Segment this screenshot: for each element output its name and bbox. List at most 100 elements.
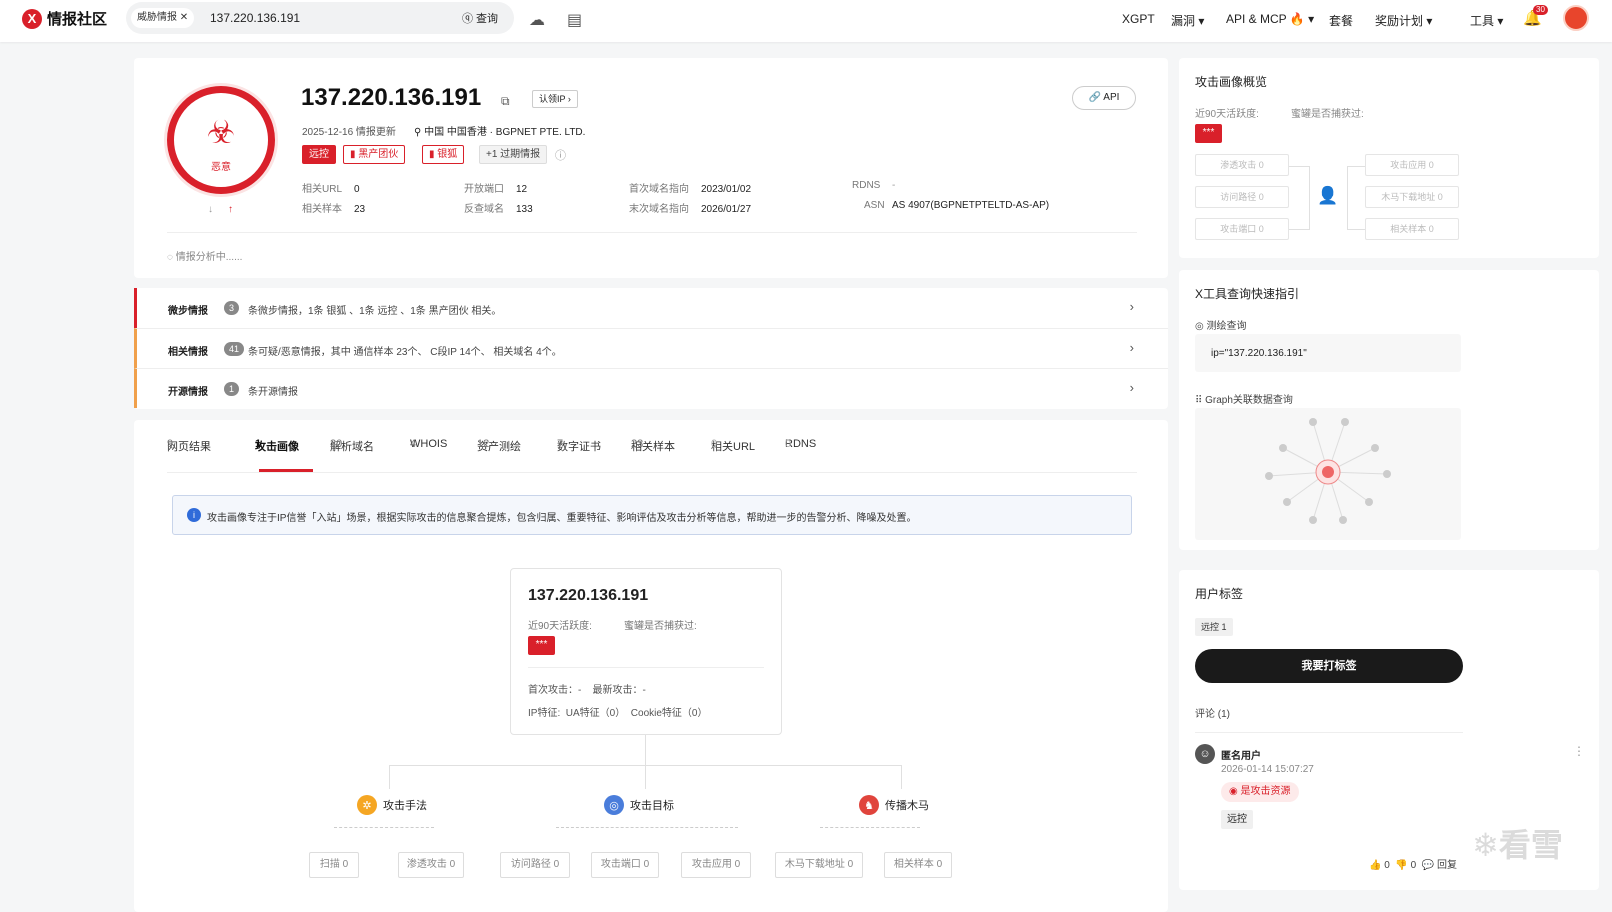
leaf-penetration[interactable]: 渗透攻击 0: [398, 852, 464, 878]
kv-asn: ASN AS 4907(BGPNETPTELTD-AS-AP): [864, 200, 1049, 211]
mapping-query-text: ip="137.220.136.191": [1211, 348, 1307, 359]
intel-summary-card: 微步情报 3 条微步情报，1条 银狐 、1条 远控 、1条 黑产团伙 相关。 › 相关…: [134, 288, 1168, 409]
branch-attack-target[interactable]: ◎ 攻击目标: [604, 795, 674, 815]
upload-icon[interactable]: ☁: [529, 10, 545, 30]
leaf-trojan-url[interactable]: 木马下载地址 0: [775, 852, 863, 878]
connector: [1289, 166, 1309, 167]
divider: [1195, 732, 1463, 733]
dislike-button[interactable]: 👎 0: [1395, 860, 1416, 871]
add-tag-button[interactable]: 我要打标签: [1195, 649, 1463, 683]
tab-count: 0: [711, 438, 718, 450]
logo[interactable]: X 情报社区: [22, 8, 107, 29]
overview-status-button[interactable]: ***: [1195, 124, 1222, 143]
kv-first-domain: 首次域名指向 2023/01/02: [629, 180, 751, 195]
nav-reward[interactable]: 奖励计划 ▾: [1375, 12, 1432, 29]
search-bar[interactable]: 威胁情报 ✕ 137.220.136.191 ⓠ 查询: [126, 2, 514, 34]
link-icon: 🔗: [1088, 92, 1102, 103]
user-tags-title: 用户标签: [1195, 587, 1244, 601]
profile-activity: 近90天活跃度:: [528, 621, 592, 632]
leaf-attack-port[interactable]: 攻击端口 0: [591, 852, 659, 878]
spinner-icon: ◌: [167, 252, 176, 263]
copy-icon[interactable]: ⧉: [501, 94, 510, 109]
user-tag-chip[interactable]: 远控 1: [1195, 618, 1233, 636]
leaf-scan[interactable]: 扫描 0: [309, 852, 359, 878]
update-date: 2025-12-16 情报更新: [302, 127, 396, 138]
branch-attack-method[interactable]: ✲ 攻击手法: [357, 795, 427, 815]
mini-access-path: 访问路径 0: [1195, 186, 1289, 208]
branch-trojan[interactable]: ♞ 传播木马: [859, 795, 929, 815]
nav-api[interactable]: API & MCP 🔥 ▾: [1226, 12, 1314, 26]
summary-count: 3: [224, 301, 240, 315]
chevron-right-icon[interactable]: ›: [1130, 380, 1134, 395]
tab-count: 12: [477, 438, 490, 450]
attack-target-icon: ◎: [604, 795, 624, 815]
search-button[interactable]: ⓠ 查询: [462, 10, 498, 26]
profile-ip: 137.220.136.191: [528, 587, 649, 604]
connector: [1309, 166, 1310, 230]
kv-key: 反查域名: [464, 204, 504, 215]
risk-badge: ☣ 恶意: [167, 86, 275, 194]
logo-icon: X: [22, 8, 42, 29]
summary-row-threatbook[interactable]: 微步情报 3 条微步情报，1条 银狐 、1条 远控 、1条 黑产团伙 相关。 ›: [134, 288, 1168, 328]
like-button[interactable]: 👍 0: [1369, 860, 1390, 871]
leaf-samples[interactable]: 相关样本 0: [884, 852, 952, 878]
dashed-connector: [334, 827, 434, 828]
kv-value: 12: [516, 184, 528, 195]
overview-honeypot: 蜜罐是否捕获过:: [1291, 109, 1364, 120]
branch-label: 攻击手法: [383, 800, 427, 812]
thumbs-up-icon: 👍: [1369, 860, 1382, 871]
graph-preview[interactable]: [1195, 408, 1461, 540]
expired-intel-tag[interactable]: +1 过期情报: [479, 145, 548, 164]
leaf-attack-app[interactable]: 攻击应用 0: [681, 852, 751, 878]
vote-down-icon[interactable]: ↓: [208, 204, 213, 215]
hacker-icon: 👤: [1317, 186, 1339, 205]
kv-value: 2026/01/27: [701, 204, 752, 215]
more-icon[interactable]: ⋮: [1573, 744, 1585, 758]
leaf-access-path[interactable]: 访问路径 0: [500, 852, 570, 878]
summary-title: 开源情报: [168, 387, 208, 398]
summary-desc: 条开源情报: [248, 387, 298, 398]
profile-status-button[interactable]: ***: [528, 636, 555, 655]
tag-silverfox[interactable]: ▮ 银狐: [422, 145, 465, 164]
vote-up-icon[interactable]: ↑: [228, 204, 233, 215]
graph-icon: ⠿: [1195, 395, 1206, 406]
kv-value: 133: [516, 204, 533, 215]
overview-title: 攻击画像概览: [1195, 75, 1268, 89]
like-count: 0: [1384, 860, 1390, 871]
chevron-right-icon[interactable]: ›: [1130, 299, 1134, 314]
connector: [1347, 229, 1365, 230]
nav-tools[interactable]: 工具 ▾: [1470, 12, 1503, 29]
chevron-right-icon[interactable]: ›: [1130, 340, 1134, 355]
notification-badge: 30: [1533, 5, 1548, 15]
nav-vuln[interactable]: 漏洞 ▾: [1171, 12, 1204, 29]
kv-related-samples: 相关样本 23: [302, 200, 365, 215]
kv-reverse-domains: 反查域名 133: [464, 200, 533, 215]
first-attack: 首次攻击：-: [528, 685, 582, 696]
api-button[interactable]: 🔗 API: [1072, 86, 1136, 110]
kv-key: RDNS: [852, 180, 881, 191]
summary-row-opensource[interactable]: 开源情报 1 条开源情报 ›: [134, 368, 1168, 408]
tab-count: 9: [167, 438, 174, 450]
summary-desc: 条可疑/恶意情报，其中 通信样本 23个、 C段IP 14个、 相关域名 4个。: [248, 347, 562, 358]
reply-button[interactable]: 💬 回复: [1422, 860, 1457, 871]
tag-remote[interactable]: 远控: [302, 145, 336, 164]
claim-ip-button[interactable]: 认领IP ›: [532, 90, 578, 108]
user-avatar[interactable]: [1563, 5, 1589, 31]
nav-plan[interactable]: 套餐: [1329, 12, 1353, 29]
graph-preview-image: [1265, 418, 1391, 524]
summary-row-related[interactable]: 相关情报 41 条可疑/恶意情报，其中 通信样本 23个、 C段IP 14个、 相关…: [134, 328, 1168, 368]
report-icon[interactable]: ▤: [567, 10, 582, 30]
kv-open-ports: 开放端口 12: [464, 180, 527, 195]
kv-key: 相关URL: [302, 184, 343, 195]
search-input[interactable]: 137.220.136.191: [210, 11, 300, 25]
profile-honeypot: 蜜罐是否捕获过:: [624, 621, 697, 632]
search-category-chip[interactable]: 威胁情报 ✕: [131, 8, 195, 28]
mapping-query-label: ◎ 测绘查询: [1195, 317, 1247, 332]
mapping-query-box[interactable]: ip="137.220.136.191": [1195, 334, 1461, 372]
notice-box: i 攻击画像专注于IP信誉「入站」场景，根据实际攻击的信息聚合提炼，包含归属、重…: [172, 495, 1132, 535]
tag-blackmarket[interactable]: ▮ 黑产团伙: [343, 145, 406, 164]
tab-count: 4: [410, 438, 417, 450]
info-icon[interactable]: ⓘ: [555, 147, 566, 163]
profile-features: IP特征: UA特征（0） Cookie特征（0）: [528, 708, 708, 719]
nav-xgpt[interactable]: XGPT: [1122, 12, 1155, 26]
